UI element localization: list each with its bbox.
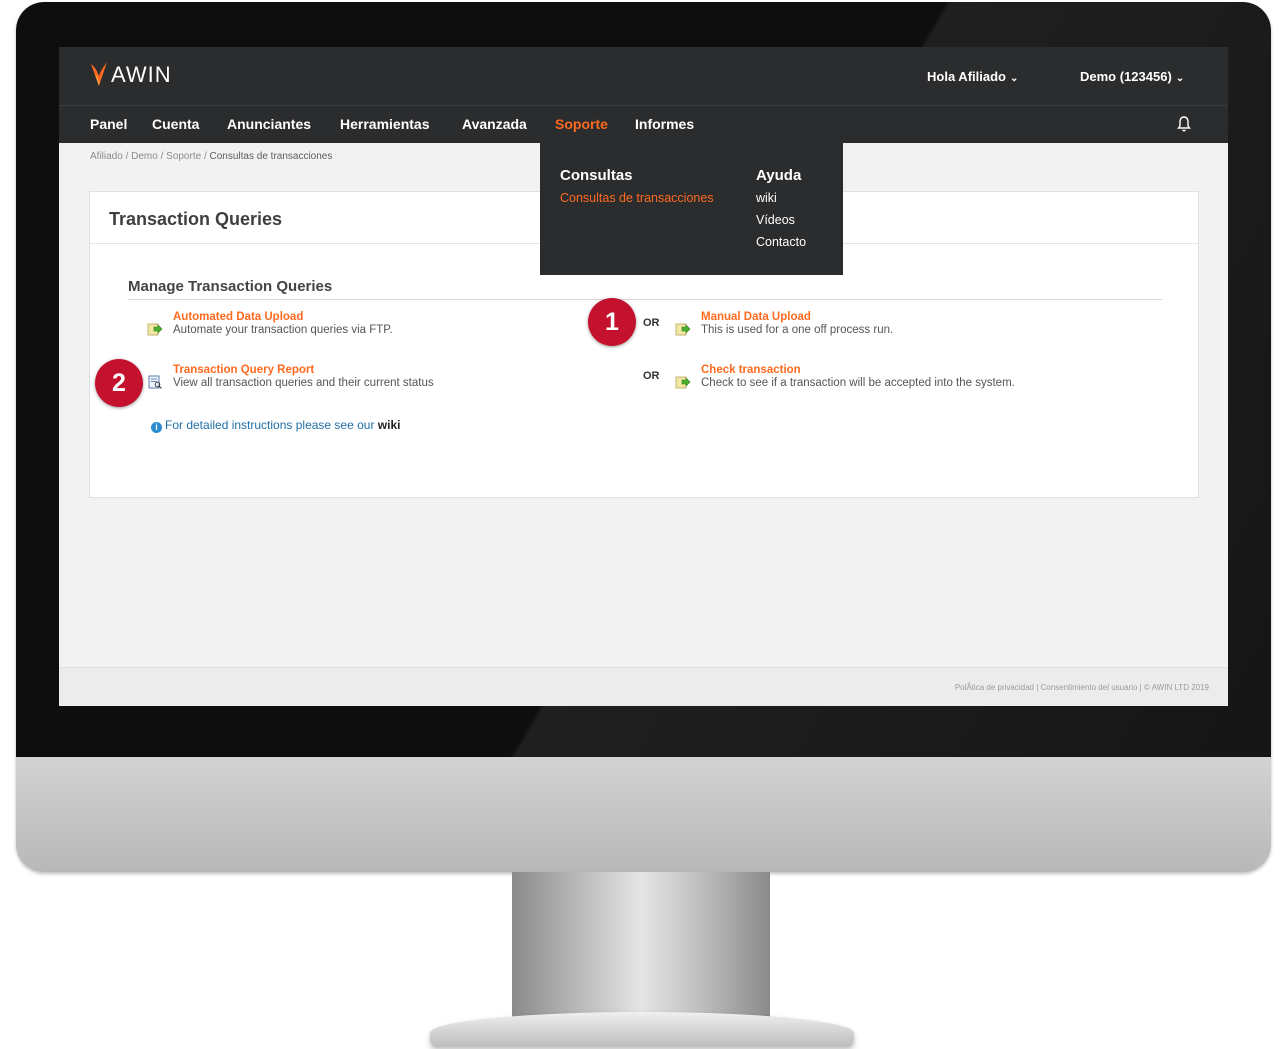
nav-item-anunciantes[interactable]: Anunciantes bbox=[227, 116, 311, 132]
nav-item-herramientas[interactable]: Herramientas bbox=[340, 116, 430, 132]
logo-text: AWIN bbox=[111, 62, 172, 87]
account-menu[interactable]: Demo (123456) ⌄ bbox=[1080, 69, 1184, 84]
dropdown-item-videos[interactable]: Vídeos bbox=[756, 213, 795, 227]
monitor-stand-base bbox=[430, 1012, 854, 1047]
dropdown-item-contacto[interactable]: Contacto bbox=[756, 235, 806, 249]
or-label: OR bbox=[643, 317, 660, 329]
section-title: Manage Transaction Queries bbox=[128, 278, 333, 295]
info-icon: i bbox=[151, 422, 162, 433]
nav-item-cuenta[interactable]: Cuenta bbox=[152, 116, 199, 132]
screen: AWIN Hola Afiliado ⌄ Demo (123456) ⌄ Panel… bbox=[59, 47, 1228, 706]
manual-data-upload-link[interactable]: Manual Data Upload bbox=[701, 311, 893, 324]
nav-item-avanzada[interactable]: Avanzada bbox=[462, 116, 527, 132]
upload-arrow-icon bbox=[675, 376, 691, 389]
transaction-query-report-desc: View all transaction queries and their c… bbox=[173, 377, 434, 389]
option-check-transaction: Check transaction Check to see if a tran… bbox=[701, 364, 1015, 390]
upload-arrow-icon bbox=[147, 323, 163, 336]
greeting-label: Hola Afiliado bbox=[927, 69, 1006, 84]
nav-item-panel[interactable]: Panel bbox=[90, 116, 127, 132]
automated-data-upload-desc: Automate your transaction queries via FT… bbox=[173, 324, 393, 336]
dropdown-heading-ayuda: Ayuda bbox=[756, 167, 802, 184]
footer-text: PolÃtica de privacidad | Consentimiento … bbox=[954, 683, 1209, 692]
section-divider bbox=[128, 299, 1162, 300]
chevron-down-icon: ⌄ bbox=[1175, 73, 1185, 84]
upload-arrow-icon bbox=[675, 323, 691, 336]
wiki-link[interactable]: wiki bbox=[378, 418, 401, 432]
breadcrumb-current: Consultas de transacciones bbox=[209, 151, 333, 162]
callout-badge-2: 2 bbox=[95, 359, 143, 407]
monitor-stand-neck bbox=[512, 872, 770, 1017]
soporte-dropdown: Consultas Consultas de transacciones Ayu… bbox=[540, 142, 843, 275]
top-bar: AWIN Hola Afiliado ⌄ Demo (123456) ⌄ bbox=[59, 47, 1228, 105]
footer: PolÃtica de privacidad | Consentimiento … bbox=[59, 667, 1228, 706]
wiki-info-note: i For detailed instructions please see ou… bbox=[151, 418, 400, 433]
manual-data-upload-desc: This is used for a one off process run. bbox=[701, 324, 894, 336]
account-label: Demo (123456) bbox=[1080, 69, 1172, 84]
info-text: For detailed instructions please see our bbox=[165, 418, 378, 432]
nav-item-informes[interactable]: Informes bbox=[635, 116, 694, 132]
page-title: Transaction Queries bbox=[109, 209, 283, 229]
user-greeting-menu[interactable]: Hola Afiliado ⌄ bbox=[927, 69, 1018, 84]
callout-badge-1: 1 bbox=[588, 298, 636, 346]
option-manual-upload: Manual Data Upload This is used for a on… bbox=[701, 311, 893, 337]
dropdown-heading-consultas: Consultas bbox=[560, 167, 633, 184]
awin-logo[interactable]: AWIN bbox=[89, 57, 172, 93]
chevron-down-icon: ⌄ bbox=[1009, 73, 1019, 84]
breadcrumb-trail[interactable]: Afiliado / Demo / Soporte / bbox=[90, 151, 210, 162]
option-automated-upload: Automated Data Upload Automate your tran… bbox=[173, 311, 393, 337]
option-query-report: Transaction Query Report View all transa… bbox=[173, 364, 434, 390]
dropdown-item-wiki[interactable]: wiki bbox=[756, 191, 777, 205]
report-document-icon bbox=[148, 375, 162, 389]
automated-data-upload-link[interactable]: Automated Data Upload bbox=[173, 311, 393, 324]
breadcrumb: Afiliado / Demo / Soporte / Consultas de… bbox=[90, 151, 332, 162]
awin-flame-icon bbox=[91, 62, 107, 86]
bell-icon[interactable] bbox=[1176, 115, 1192, 133]
nav-item-soporte[interactable]: Soporte bbox=[555, 116, 608, 132]
main-nav: Panel Cuenta Anunciantes Herramientas Av… bbox=[59, 105, 1228, 143]
or-label: OR bbox=[643, 370, 660, 382]
check-transaction-link[interactable]: Check transaction bbox=[701, 364, 1015, 377]
transaction-query-report-link[interactable]: Transaction Query Report bbox=[173, 364, 434, 377]
dropdown-item-consultas-transacciones[interactable]: Consultas de transacciones bbox=[560, 191, 714, 205]
check-transaction-desc: Check to see if a transaction will be ac… bbox=[701, 377, 1015, 389]
monitor-chin bbox=[16, 757, 1271, 872]
